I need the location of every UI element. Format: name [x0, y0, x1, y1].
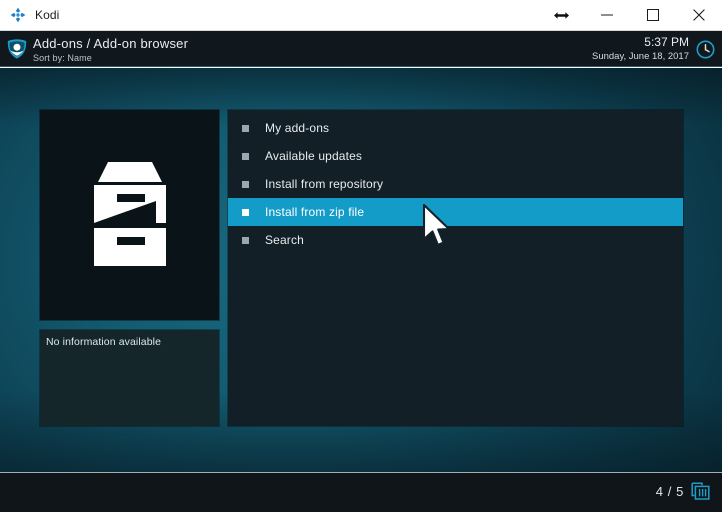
- addon-category-list[interactable]: My add-ons Available updates Install fro…: [228, 110, 683, 426]
- footer-bar: 4 / 5: [0, 472, 722, 512]
- info-panel: No information available: [40, 330, 219, 426]
- bullet-square-icon: [242, 208, 249, 216]
- list-item-selected[interactable]: Install from zip file: [228, 198, 683, 226]
- list-item[interactable]: My add-ons: [228, 114, 683, 142]
- list-item-label: Search: [265, 233, 304, 247]
- sort-by-label: Sort by: Name: [33, 53, 92, 63]
- clock-time: 5:37 PM: [644, 35, 689, 49]
- list-item-label: Available updates: [265, 149, 363, 163]
- list-item[interactable]: Install from repository: [228, 170, 683, 198]
- window-title: Kodi: [35, 8, 60, 22]
- bullet-square-icon: [242, 236, 249, 244]
- page-title: Add-ons / Add-on browser: [33, 36, 189, 51]
- resize-horizontal-icon[interactable]: [538, 0, 584, 30]
- bullet-square-icon: [242, 180, 249, 188]
- close-button[interactable]: [676, 0, 722, 30]
- window-titlebar: Kodi: [0, 0, 722, 31]
- kodi-window: Kodi Add-ons / Add-on browser Sort by: N…: [0, 0, 722, 512]
- window-controls: [584, 0, 722, 30]
- list-item-label: Install from repository: [265, 177, 384, 191]
- thumbnail-panel: [40, 110, 219, 320]
- file-cabinet-archive-icon: [72, 152, 188, 279]
- clock-icon: [696, 40, 715, 59]
- kodi-logo-icon: [9, 6, 27, 24]
- list-view-icon[interactable]: [691, 482, 713, 501]
- minimize-button[interactable]: [584, 0, 630, 30]
- list-item-label: Install from zip file: [265, 205, 365, 219]
- list-item-label: My add-ons: [265, 121, 330, 135]
- page-indicator: 4 / 5: [655, 484, 684, 499]
- bullet-square-icon: [242, 124, 249, 132]
- kodi-addons-shield-icon: [6, 38, 28, 60]
- clock-date: Sunday, June 18, 2017: [591, 51, 689, 62]
- maximize-button[interactable]: [630, 0, 676, 30]
- bullet-square-icon: [242, 152, 249, 160]
- info-text: No information available: [46, 336, 162, 348]
- list-item[interactable]: Search: [228, 226, 683, 254]
- list-item[interactable]: Available updates: [228, 142, 683, 170]
- kodi-header-bar: Add-ons / Add-on browser Sort by: Name 5…: [0, 31, 722, 67]
